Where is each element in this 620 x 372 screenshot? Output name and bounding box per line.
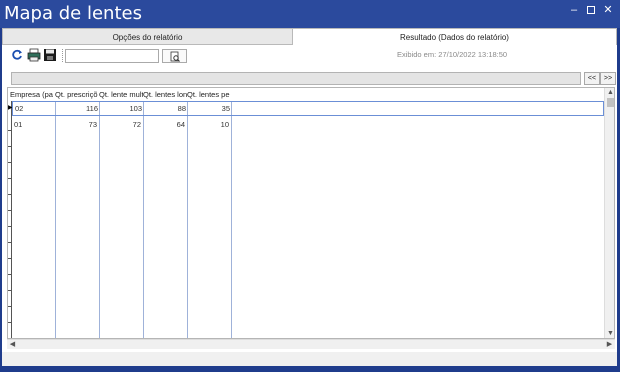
prev-page-button[interactable]: << bbox=[584, 72, 600, 85]
indicator-tick bbox=[8, 322, 12, 323]
indicator-tick bbox=[8, 274, 12, 275]
column-divider bbox=[99, 101, 100, 338]
indicator-tick bbox=[8, 210, 12, 211]
column-divider bbox=[231, 101, 232, 338]
scroll-left-icon[interactable]: ◀ bbox=[7, 340, 18, 350]
next-page-button[interactable]: >> bbox=[600, 72, 616, 85]
pager-track[interactable] bbox=[11, 72, 581, 85]
cell-lente-mult: 103 bbox=[129, 104, 142, 113]
row-indicator-column bbox=[8, 101, 12, 338]
cell-lente-mult: 72 bbox=[132, 120, 141, 129]
column-divider bbox=[55, 101, 56, 338]
scroll-thumb[interactable] bbox=[607, 98, 614, 107]
cell-lentes-pe: 10 bbox=[220, 120, 229, 129]
cell-prescricoes: 73 bbox=[88, 120, 97, 129]
search-input[interactable] bbox=[65, 49, 159, 63]
column-header-empresa[interactable]: Empresa (pa bbox=[10, 88, 54, 101]
maximize-button[interactable] bbox=[583, 3, 599, 17]
indicator-tick bbox=[8, 306, 12, 307]
report-grid: Empresa (pa Qt. prescriçõ Qt. lente mult… bbox=[7, 87, 615, 339]
toolbar-separator bbox=[62, 49, 63, 62]
tab-opcoes[interactable]: Opções do relatório bbox=[2, 28, 293, 45]
save-icon[interactable] bbox=[43, 48, 57, 62]
indicator-tick bbox=[8, 178, 12, 179]
print-icon[interactable] bbox=[27, 48, 41, 62]
refresh-icon[interactable] bbox=[10, 48, 24, 62]
column-divider bbox=[143, 101, 144, 338]
scroll-right-icon[interactable]: ▶ bbox=[604, 340, 615, 350]
indicator-tick bbox=[8, 162, 12, 163]
indicator-tick bbox=[8, 242, 12, 243]
column-header-lentes-lon[interactable]: Qt. lentes lon bbox=[143, 88, 187, 101]
column-header-lentes-pe[interactable]: Qt. lentes pe bbox=[187, 88, 231, 101]
indicator-tick bbox=[8, 226, 12, 227]
tab-strip: Opções do relatório Resultado (Dados do … bbox=[2, 28, 617, 45]
tab-resultado[interactable]: Resultado (Dados do relatório) bbox=[293, 28, 617, 45]
window-client-area: Opções do relatório Resultado (Dados do … bbox=[2, 28, 617, 366]
cell-empresa: 02 bbox=[15, 104, 24, 113]
table-row[interactable]: 02 116 103 88 35 bbox=[12, 101, 604, 116]
horizontal-scrollbar[interactable]: ◀ ▶ bbox=[7, 339, 615, 349]
indicator-tick bbox=[8, 194, 12, 195]
column-divider bbox=[187, 101, 188, 338]
indicator-tick bbox=[8, 258, 12, 259]
minimize-button[interactable]: – bbox=[566, 3, 582, 17]
cell-lentes-pe: 35 bbox=[221, 104, 230, 113]
find-button[interactable] bbox=[162, 49, 187, 63]
cell-empresa: 01 bbox=[14, 120, 23, 129]
column-header-lente-mult[interactable]: Qt. lente mult bbox=[99, 88, 143, 101]
indicator-tick bbox=[8, 290, 12, 291]
status-strip bbox=[2, 352, 617, 366]
maximize-icon bbox=[587, 6, 595, 14]
table-row[interactable]: 01 73 72 64 10 bbox=[12, 118, 604, 133]
window-title: Mapa de lentes bbox=[4, 3, 142, 24]
cell-lentes-lon: 64 bbox=[176, 120, 185, 129]
column-header-prescricoes[interactable]: Qt. prescriçõ bbox=[55, 88, 99, 101]
scroll-down-icon[interactable]: ▼ bbox=[605, 329, 614, 338]
scroll-up-icon[interactable]: ▲ bbox=[605, 88, 614, 98]
timestamp-label: Exibido em: 27/10/2022 13:18:50 bbox=[397, 50, 508, 59]
indicator-tick bbox=[8, 146, 12, 147]
vertical-scrollbar[interactable]: ▲ ▼ bbox=[604, 88, 614, 338]
cell-prescricoes: 116 bbox=[86, 104, 98, 113]
cell-lentes-lon: 88 bbox=[177, 104, 186, 113]
grid-header: Empresa (pa Qt. prescriçõ Qt. lente mult… bbox=[8, 88, 604, 101]
title-bar: Mapa de lentes – ✕ bbox=[0, 0, 620, 28]
close-button[interactable]: ✕ bbox=[600, 3, 616, 17]
